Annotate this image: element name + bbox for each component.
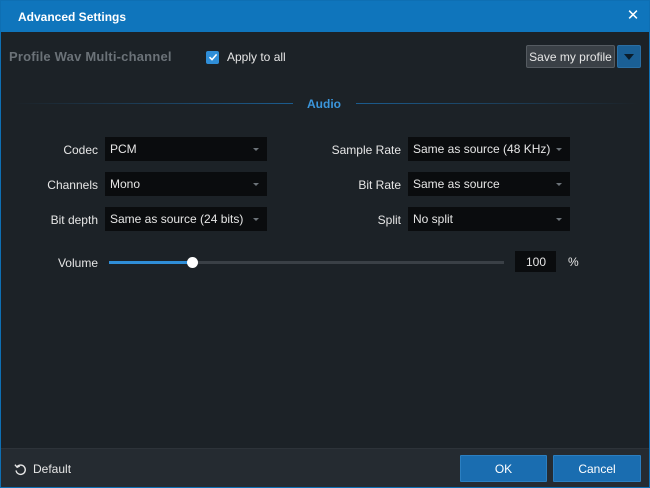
apply-to-all-checkbox[interactable]: Apply to all — [206, 50, 286, 64]
dialog-footer: Default OK Cancel — [1, 448, 649, 487]
default-button[interactable]: Default — [14, 462, 71, 476]
default-label: Default — [33, 462, 72, 476]
sample-rate-value: Same as source (48 KHz) — [413, 142, 551, 156]
ok-button[interactable]: OK — [460, 455, 547, 482]
volume-slider-thumb[interactable] — [186, 257, 198, 268]
split-value: No split — [413, 212, 454, 226]
apply-to-all-label: Apply to all — [227, 50, 286, 64]
chevron-down-icon — [253, 148, 259, 151]
chevron-down-icon — [556, 183, 562, 186]
checkmark-icon[interactable] — [206, 50, 219, 64]
bit-depth-value: Same as source (24 bits) — [110, 212, 244, 226]
volume-slider[interactable] — [109, 257, 504, 268]
volume-input[interactable]: 100 — [515, 251, 556, 272]
chevron-down-icon — [556, 218, 562, 221]
bit-depth-select[interactable]: Same as source (24 bits) — [105, 207, 267, 231]
volume-unit: % — [568, 255, 579, 269]
channels-value: Mono — [110, 177, 141, 191]
section-title-audio: Audio — [307, 97, 341, 111]
bit-rate-value: Same as source — [413, 177, 500, 191]
section-divider-left — [13, 103, 293, 104]
reset-icon — [14, 463, 26, 475]
save-profile-dropdown-button[interactable] — [617, 45, 641, 68]
codec-label: Codec — [63, 143, 98, 157]
cancel-button[interactable]: Cancel — [553, 455, 641, 482]
codec-value: PCM — [110, 142, 137, 156]
channels-select[interactable]: Mono — [105, 172, 267, 196]
chevron-down-icon — [556, 148, 562, 151]
codec-select[interactable]: PCM — [105, 137, 267, 161]
channels-label: Channels — [47, 178, 98, 192]
bit-rate-label: Bit Rate — [358, 178, 401, 192]
profile-name: Profile Wav Multi-channel — [9, 49, 172, 64]
section-divider-right — [356, 103, 639, 104]
save-profile-button[interactable]: Save my profile — [526, 45, 615, 68]
advanced-settings-dialog: Advanced Settings ✕ Profile Wav Multi-ch… — [0, 0, 650, 488]
dialog-title: Advanced Settings — [18, 10, 127, 24]
split-select[interactable]: No split — [408, 207, 570, 231]
chevron-down-icon — [624, 53, 634, 60]
bit-depth-label: Bit depth — [50, 213, 98, 227]
split-label: Split — [377, 213, 401, 227]
title-bar[interactable]: Advanced Settings ✕ — [1, 1, 649, 32]
sample-rate-label: Sample Rate — [331, 143, 401, 157]
bit-rate-select[interactable]: Same as source — [408, 172, 570, 196]
volume-label: Volume — [57, 256, 98, 270]
close-icon[interactable]: ✕ — [625, 7, 641, 25]
sample-rate-select[interactable]: Same as source (48 KHz) — [408, 137, 570, 161]
chevron-down-icon — [253, 218, 259, 221]
chevron-down-icon — [253, 183, 259, 186]
volume-slider-fill — [109, 261, 192, 264]
